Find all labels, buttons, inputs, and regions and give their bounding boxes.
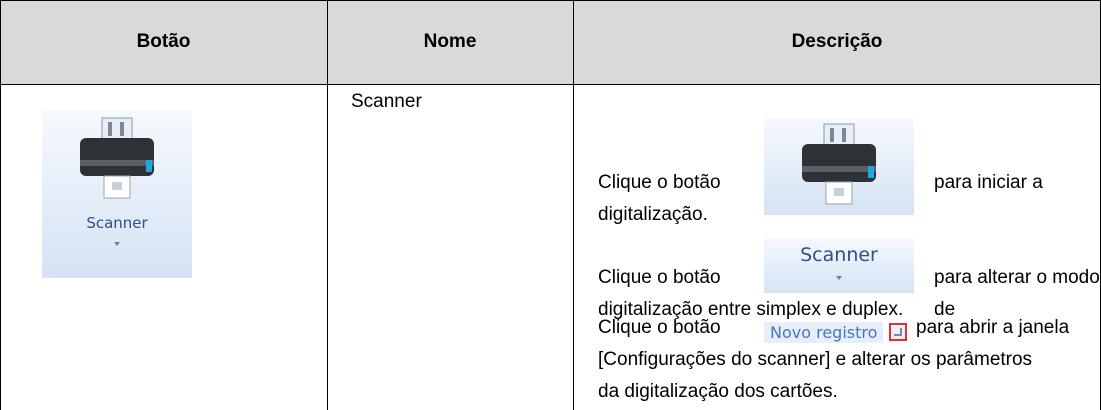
scanner-button-large[interactable]: Scanner [42,110,192,278]
chevron-down-icon [114,242,120,246]
column-divider-1 [327,0,328,410]
novo-registro-button[interactable]: Novo registro [764,320,908,344]
desc1-post: para iniciar a [934,172,1043,193]
header-botao: Botão [136,31,191,52]
row-name: Scanner [351,91,422,112]
buttons-table: Botão Nome Descrição Scanner Scanner Cli… [0,0,1101,410]
scanner-icon [80,117,154,199]
scanner-mode-button-inline[interactable]: Scanner [764,238,914,293]
column-divider-2 [573,0,574,410]
dialog-launcher-icon[interactable] [889,323,908,341]
header-descricao: Descrição [791,31,883,52]
header-divider [0,84,1101,85]
arrow-icon [894,328,903,336]
desc3-pre: Clique o botão [598,317,721,338]
scanner-icon [802,123,876,205]
novo-registro-label: Novo registro [764,321,884,343]
table-border-left [0,0,1,410]
scanner-icon-button-inline[interactable] [764,118,914,215]
table-border-top [0,0,1101,1]
desc2-pre: Clique o botão [598,267,721,288]
desc1-line2: digitalização. [598,204,708,225]
scanner-button-label: Scanner [86,214,148,232]
desc3-line2: [Configurações do scanner] e alterar os … [598,349,1033,370]
desc3-line3: da digitalização dos cartões. [598,381,838,402]
header-nome: Nome [423,31,477,52]
scanner-mode-label: Scanner [800,244,878,266]
desc1-pre: Clique o botão [598,172,721,193]
desc3-post: para abrir a janela [916,317,1070,338]
chevron-down-icon [836,276,842,280]
